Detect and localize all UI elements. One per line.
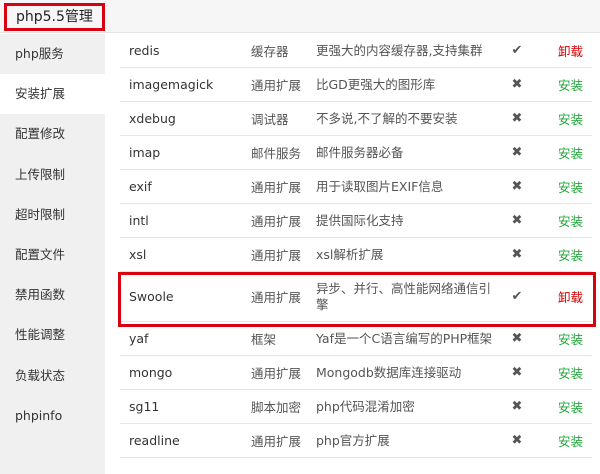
install-link-intl[interactable]: 安装 [558, 204, 588, 237]
table-row-imap: imap 邮件服务 邮件服务器必备 ✖ 安装 [120, 136, 592, 170]
extension-status: ✖ [506, 424, 528, 457]
install-link-sg11[interactable]: 安装 [558, 390, 588, 423]
extension-type: 通用扩展 [251, 78, 302, 93]
extension-status: ✖ [506, 204, 528, 237]
extension-name: intl [129, 213, 149, 228]
extension-status: ✖ [506, 68, 528, 101]
extension-name: readline [129, 433, 180, 448]
extension-name: Swoole [129, 289, 174, 304]
table-row-swoole: Swoole 通用扩展 异步、并行、高性能网络通信引擎 ✔ 卸载 [120, 272, 592, 322]
extension-description: xsl解析扩展 [316, 246, 384, 262]
check-icon: ✔ [511, 289, 523, 304]
extension-name: exif [129, 179, 152, 194]
cross-icon: ✖ [511, 399, 523, 414]
extension-status: ✖ [506, 322, 528, 355]
extension-status: ✖ [506, 390, 528, 423]
extension-type: 缓存器 [251, 44, 289, 59]
extension-panel: redis 缓存器 更强大的内容缓存器,支持集群 ✔ 卸载 imagemagick 通用扩展… [105, 34, 600, 474]
extension-status: ✖ [506, 356, 528, 389]
cross-icon: ✖ [511, 247, 523, 262]
page-title: php5.5管理 [4, 3, 105, 31]
sidebar-item-performance[interactable]: 性能调整 [0, 315, 105, 355]
extension-type: 邮件服务 [251, 146, 302, 161]
extension-type: 通用扩展 [251, 214, 302, 229]
sidebar-item-config-file[interactable]: 配置文件 [0, 235, 105, 275]
cross-icon: ✖ [511, 365, 523, 380]
extension-name: sg11 [129, 399, 160, 414]
cross-icon: ✖ [511, 77, 523, 92]
table-row-yaf: yaf 框架 Yaf是一个C语言编写的PHP框架 ✖ 安装 [120, 322, 592, 356]
extension-status: ✔ [506, 272, 528, 321]
extension-type: 通用扩展 [251, 248, 302, 263]
extension-type: 通用扩展 [251, 366, 302, 381]
table-row-exif: exif 通用扩展 用于读取图片EXIF信息 ✖ 安装 [120, 170, 592, 204]
extension-description: 更强大的内容缓存器,支持集群 [316, 42, 483, 58]
install-link-xdebug[interactable]: 安装 [558, 102, 588, 135]
install-link-xsl[interactable]: 安装 [558, 238, 588, 271]
extension-status: ✖ [506, 170, 528, 203]
table-row-xdebug: xdebug 调试器 不多说,不了解的不要安装 ✖ 安装 [120, 102, 592, 136]
extension-description: 提供国际化支持 [316, 212, 404, 228]
table-row-xsl: xsl 通用扩展 xsl解析扩展 ✖ 安装 [120, 238, 592, 272]
extension-status: ✖ [506, 102, 528, 135]
table-row-mongo: mongo 通用扩展 Mongodb数据库连接驱动 ✖ 安装 [120, 356, 592, 390]
sidebar-item-load-status[interactable]: 负载状态 [0, 356, 105, 396]
extension-description: 不多说,不了解的不要安装 [316, 110, 458, 126]
extension-description: Mongodb数据库连接驱动 [316, 364, 462, 380]
extension-description: php官方扩展 [316, 432, 390, 448]
extension-description: 邮件服务器必备 [316, 144, 404, 160]
extension-description: 用于读取图片EXIF信息 [316, 178, 444, 194]
cross-icon: ✖ [511, 331, 523, 346]
uninstall-link-swoole[interactable]: 卸载 [558, 272, 588, 321]
sidebar-item-install-ext[interactable]: 安装扩展 [0, 74, 105, 115]
table-row-intl: intl 通用扩展 提供国际化支持 ✖ 安装 [120, 204, 592, 238]
install-link-yaf[interactable]: 安装 [558, 322, 588, 355]
extension-description: php代码混淆加密 [316, 398, 415, 414]
extension-name: mongo [129, 365, 173, 380]
extension-name: imagemagick [129, 77, 214, 92]
extension-type: 通用扩展 [251, 180, 302, 195]
sidebar-item-disabled-functions[interactable]: 禁用函数 [0, 275, 105, 315]
install-link-mongo[interactable]: 安装 [558, 356, 588, 389]
extension-name: xdebug [129, 111, 176, 126]
cross-icon: ✖ [511, 145, 523, 160]
install-link-imagemagick[interactable]: 安装 [558, 68, 588, 101]
extension-type: 调试器 [251, 112, 289, 127]
extension-name: redis [129, 43, 160, 58]
cross-icon: ✖ [511, 433, 523, 448]
sidebar: php服务 安装扩展 配置修改 上传限制 超时限制 配置文件 禁用函数 性能调整 负载状态 php… [0, 34, 105, 474]
install-link-readline[interactable]: 安装 [558, 424, 588, 457]
sidebar-item-phpinfo[interactable]: phpinfo [0, 396, 105, 436]
extension-type: 通用扩展 [251, 434, 302, 449]
cross-icon: ✖ [511, 213, 523, 228]
table-row-sg11: sg11 脚本加密 php代码混淆加密 ✖ 安装 [120, 390, 592, 424]
table-row-imagemagick: imagemagick 通用扩展 比GD更强大的图形库 ✖ 安装 [120, 68, 592, 102]
extension-table: redis 缓存器 更强大的内容缓存器,支持集群 ✔ 卸载 imagemagick 通用扩展… [120, 34, 592, 458]
window-titlebar: php5.5管理 [0, 0, 600, 33]
extension-type: 脚本加密 [251, 400, 302, 415]
uninstall-link-redis[interactable]: 卸载 [558, 34, 588, 67]
sidebar-item-php-service[interactable]: php服务 [0, 34, 105, 74]
install-link-imap[interactable]: 安装 [558, 136, 588, 169]
cross-icon: ✖ [511, 179, 523, 194]
extension-name: imap [129, 145, 161, 160]
extension-status: ✔ [506, 34, 528, 67]
table-row-readline: readline 通用扩展 php官方扩展 ✖ 安装 [120, 424, 592, 458]
extension-description: Yaf是一个C语言编写的PHP框架 [316, 330, 493, 346]
extension-name: xsl [129, 247, 147, 262]
extension-description: 异步、并行、高性能网络通信引擎 [316, 280, 492, 312]
install-link-exif[interactable]: 安装 [558, 170, 588, 203]
extension-name: yaf [129, 331, 149, 346]
extension-status: ✖ [506, 238, 528, 271]
extension-status: ✖ [506, 136, 528, 169]
table-row-redis: redis 缓存器 更强大的内容缓存器,支持集群 ✔ 卸载 [120, 34, 592, 68]
sidebar-item-upload-limit[interactable]: 上传限制 [0, 155, 105, 195]
extension-type: 框架 [251, 332, 277, 347]
cross-icon: ✖ [511, 111, 523, 126]
check-icon: ✔ [511, 43, 523, 58]
extension-type: 通用扩展 [251, 290, 302, 305]
sidebar-item-config-edit[interactable]: 配置修改 [0, 114, 105, 154]
sidebar-item-timeout-limit[interactable]: 超时限制 [0, 195, 105, 235]
extension-description: 比GD更强大的图形库 [316, 76, 436, 92]
